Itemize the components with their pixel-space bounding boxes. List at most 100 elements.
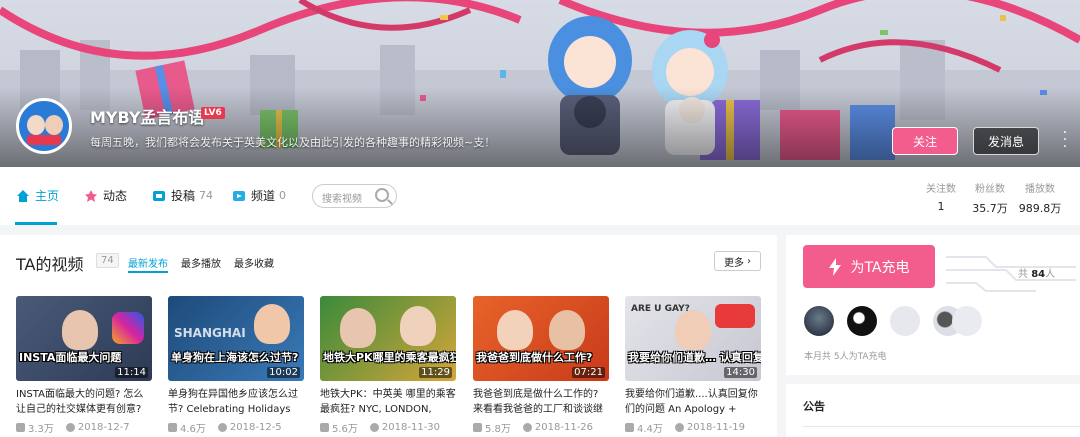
video-thumbnail[interactable]: SHANGHAI 单身狗在上海该怎么过节? 10:02 [168, 296, 304, 381]
stat-following[interactable]: 关注数 1 [918, 180, 964, 213]
video-meta: 4.4万 2018-11-19 [625, 420, 761, 435]
tab-upload-label: 投稿 [171, 189, 196, 203]
tab-dynamic[interactable]: 动态 [84, 187, 127, 204]
channel-username: MYBY孟言布语 [90, 108, 205, 127]
supporter-avatar[interactable] [952, 306, 982, 336]
stat-following-label: 关注数 [926, 184, 956, 195]
video-thumbnail[interactable]: ARE U GAY? 我要给你们道歉… 认真回复你们的问题 14:30 [625, 296, 761, 381]
sort-most-favorited[interactable]: 最多收藏 [234, 255, 274, 270]
video-date: 2018-12-5 [229, 422, 282, 433]
video-plays: 4.4万 [637, 424, 663, 435]
video-meta: 4.6万 2018-12-5 [168, 420, 304, 435]
search-icon[interactable] [375, 188, 389, 202]
play-count-icon [168, 423, 177, 432]
notice-divider [803, 426, 1080, 427]
more-videos-button[interactable]: 更多 › [714, 251, 761, 271]
charge-total: 共 84人 [1018, 265, 1055, 280]
active-tab-indicator [15, 222, 57, 225]
more-videos-label: 更多 [724, 257, 744, 269]
thumbnail-caption: INSTA面临最大问题 [19, 351, 122, 364]
stat-plays-value: 989.8万 [1018, 202, 1062, 215]
lightning-icon [829, 257, 842, 276]
charge-total-prefix: 共 [1018, 269, 1032, 280]
video-meta: 5.6万 2018-11-30 [320, 420, 456, 435]
stat-fans[interactable]: 粉丝数 35.7万 [967, 180, 1013, 216]
follow-button[interactable]: 关注 [892, 127, 958, 155]
tab-channel-label: 频道 [251, 189, 276, 203]
clock-icon [217, 423, 227, 432]
stat-plays: 播放数 989.8万 [1017, 180, 1063, 216]
video-title[interactable]: 地铁大PK：中英美 哪里的乘客最疯狂? NYC, LONDON, [320, 387, 456, 417]
video-title[interactable]: 我爸爸到底是做什么工作的? 来看看我爸爸的工厂和谈谈继 [473, 387, 609, 417]
charge-button[interactable]: 为TA充电 [803, 245, 935, 288]
video-card[interactable]: INSTA面临最大问题 11:14 INSTA面临最大的问题? 怎么让自己的社交… [16, 296, 152, 435]
video-duration: 14:30 [724, 367, 757, 378]
video-card[interactable]: 我爸爸到底做什么工作? 07:21 我爸爸到底是做什么工作的? 来看看我爸爸的工… [473, 296, 609, 435]
charge-panel: 为TA充电 共 84人 本月共 5人为TA充电 [786, 235, 1080, 375]
video-date: 2018-11-19 [686, 422, 746, 433]
notice-title: 公告 [803, 400, 825, 413]
video-card[interactable]: SHANGHAI 单身狗在上海该怎么过节? 10:02 单身狗在异国他乡应该怎么… [168, 296, 304, 435]
thumbnail-caption: 地铁大PK哪里的乘客最疯狂? [323, 351, 456, 364]
tab-home[interactable]: 主页 [16, 187, 59, 204]
video-date: 2018-12-7 [77, 422, 130, 433]
supporter-avatar[interactable] [804, 306, 834, 336]
circuit-decoration [946, 256, 1076, 292]
video-date: 2018-11-30 [381, 422, 441, 433]
supporter-avatar[interactable] [890, 306, 920, 336]
video-title[interactable]: INSTA面临最大的问题? 怎么让自己的社交媒体更有创意? [16, 387, 152, 417]
video-thumbnail[interactable]: INSTA面临最大问题 11:14 [16, 296, 152, 381]
videos-section: TA的视频 74 最新发布 最多播放 最多收藏 更多 › INSTA面临最大问题… [0, 235, 777, 437]
clock-icon [522, 423, 532, 432]
stat-fans-value: 35.7万 [972, 202, 1008, 215]
channel-icon [233, 190, 245, 201]
instagram-icon [112, 312, 144, 344]
level-badge: LV6 [201, 107, 225, 119]
channel-signature: 每周五晚，我们都将会发布关于英美文化以及由此引发的各种趣事的精彩视频~支！ [90, 136, 496, 149]
play-count-icon [320, 423, 329, 432]
video-card[interactable]: 地铁大PK哪里的乘客最疯狂? 11:29 地铁大PK：中英美 哪里的乘客最疯狂?… [320, 296, 456, 435]
tab-channel[interactable]: 频道 0 [232, 187, 286, 204]
home-icon [17, 189, 29, 202]
play-count-icon [625, 423, 634, 432]
videos-section-title: TA的视频 [16, 255, 84, 274]
charge-month-text: 本月共 5人为TA充电 [804, 352, 887, 362]
tab-upload-count: 74 [199, 189, 214, 202]
dynamic-icon [85, 189, 97, 202]
charge-total-suffix: 人 [1045, 269, 1056, 280]
more-vertical-icon[interactable]: · · · [1060, 126, 1070, 154]
stat-plays-label: 播放数 [1025, 184, 1055, 195]
tab-channel-count: 0 [279, 189, 287, 202]
clock-icon [369, 423, 379, 432]
message-button[interactable]: 发消息 [973, 127, 1039, 155]
sort-newest[interactable]: 最新发布 [128, 255, 168, 270]
video-date: 2018-11-26 [534, 422, 594, 433]
supporter-avatar[interactable] [847, 306, 877, 336]
thumbnail-caption: 我爸爸到底做什么工作? [476, 351, 593, 364]
video-card[interactable]: ARE U GAY? 我要给你们道歉… 认真回复你们的问题 14:30 我要给你… [625, 296, 761, 435]
video-title[interactable]: 我要给你们道歉....认真回复你们的问题 An Apology + [625, 387, 761, 417]
video-plays: 3.3万 [28, 424, 54, 435]
video-plays: 5.6万 [332, 424, 358, 435]
sort-most-played[interactable]: 最多播放 [181, 255, 221, 270]
video-duration: 07:21 [572, 367, 605, 378]
video-thumbnail[interactable]: 地铁大PK哪里的乘客最疯狂? 11:29 [320, 296, 456, 381]
notice-panel: 公告 [786, 384, 1080, 437]
video-title[interactable]: 单身狗在异国他乡应该怎么过节? Celebrating Holidays [168, 387, 304, 417]
video-thumbnail[interactable]: 我爸爸到底做什么工作? 07:21 [473, 296, 609, 381]
stat-fans-label: 粉丝数 [975, 184, 1005, 195]
tab-dynamic-label: 动态 [103, 189, 128, 203]
charge-total-value: 84 [1031, 269, 1046, 280]
video-duration: 11:29 [419, 367, 452, 378]
charge-button-label: 为TA充电 [850, 259, 910, 276]
video-search-input[interactable]: 搜索视频 [312, 184, 397, 208]
video-meta: 3.3万 2018-12-7 [16, 420, 152, 435]
channel-avatar[interactable] [16, 98, 72, 154]
sort-active-indicator [128, 271, 168, 273]
upload-icon [153, 190, 165, 201]
videos-section-count: 74 [96, 253, 119, 268]
tab-upload[interactable]: 投稿 74 [152, 187, 213, 204]
video-plays: 4.6万 [180, 424, 206, 435]
clock-icon [674, 423, 684, 432]
play-count-icon [473, 423, 482, 432]
